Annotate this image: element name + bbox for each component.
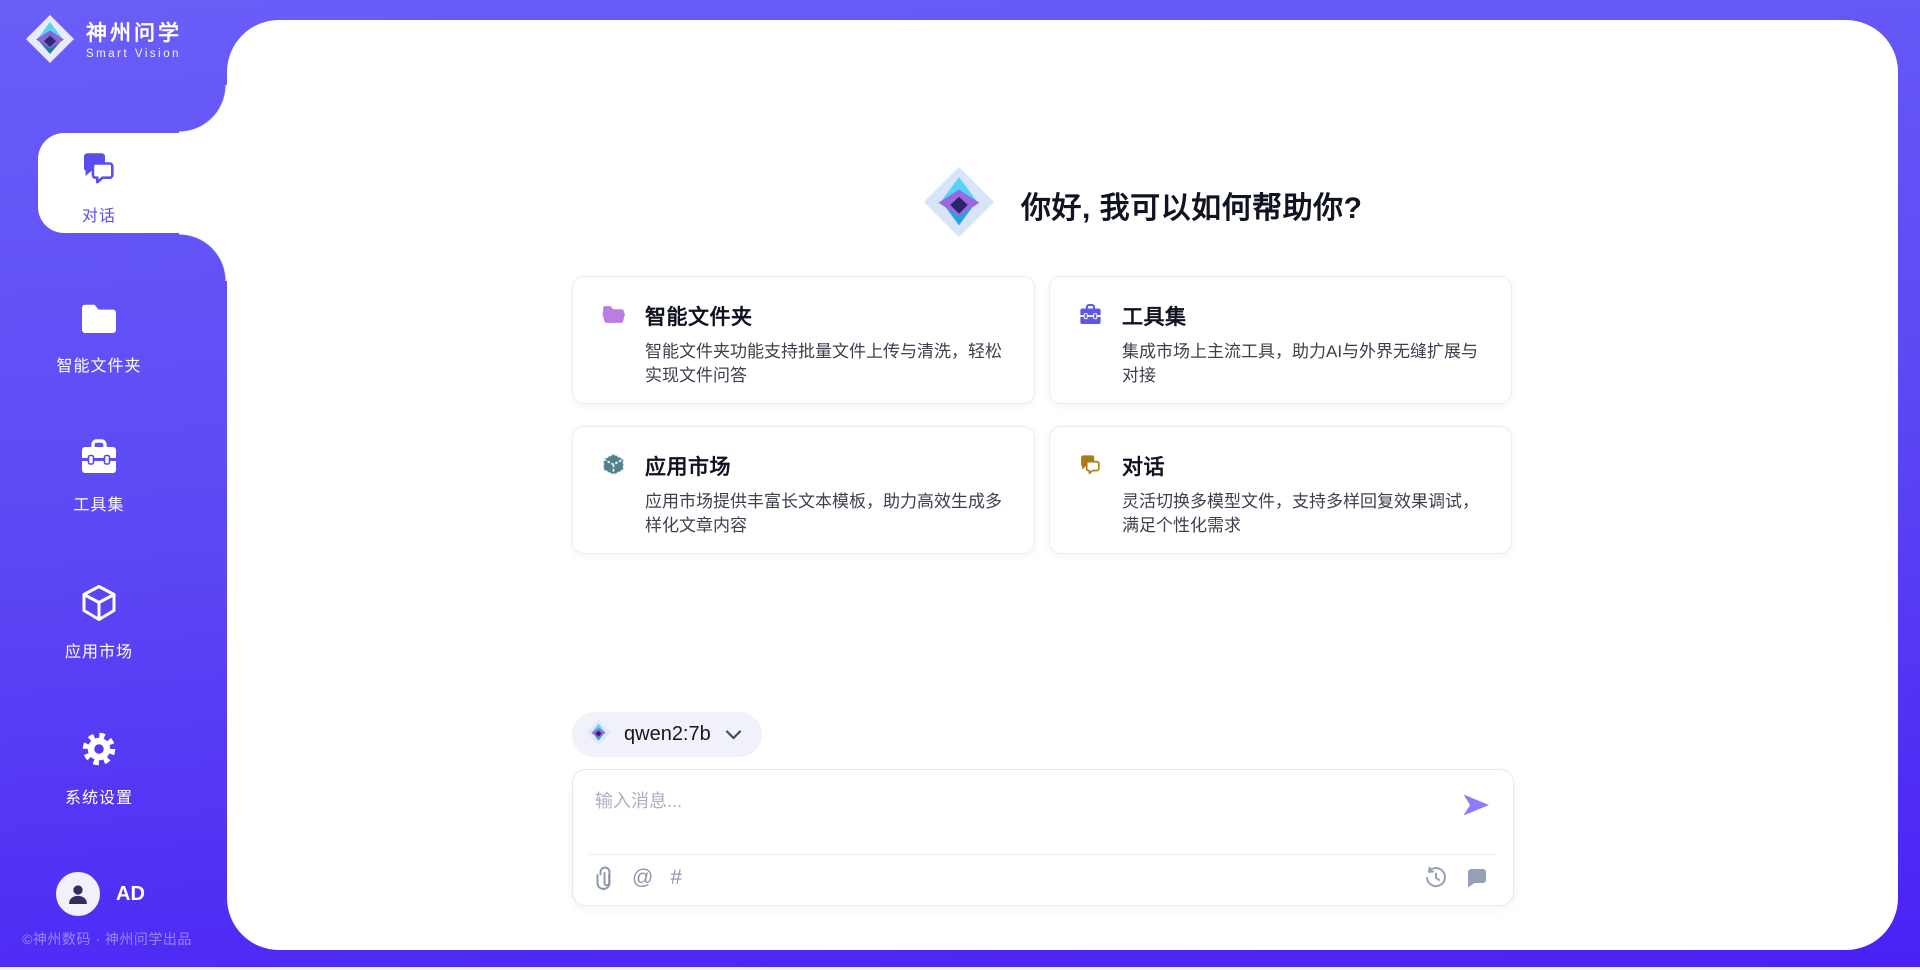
greeting: 你好, 我可以如何帮助你? <box>921 164 1363 245</box>
card-description: 灵活切换多模型文件，支持多样回复效果调试，满足个性化需求 <box>1122 490 1483 538</box>
sidebar-item-label: 应用市场 <box>65 638 133 662</box>
sidebar-item-app-market[interactable]: 应用市场 <box>0 582 198 662</box>
card-title: 应用市场 <box>645 451 1006 481</box>
card-title: 工具集 <box>1122 301 1483 331</box>
sidebar-item-label: 对话 <box>82 202 116 226</box>
sidebar-item-chat[interactable]: 对话 <box>0 148 198 226</box>
sidebar-item-smart-folder[interactable]: 智能文件夹 <box>0 300 198 376</box>
chevron-down-icon <box>725 729 742 741</box>
card-toolset[interactable]: 工具集 集成市场上主流工具，助力AI与外界无缝扩展与对接 <box>1049 276 1512 404</box>
card-description: 应用市场提供丰富长文本模板，助力高效生成多样化文章内容 <box>645 490 1006 538</box>
user-avatar-icon <box>56 872 100 916</box>
sidebar-item-label: 智能文件夹 <box>56 352 141 376</box>
attachment-icon[interactable] <box>595 866 615 890</box>
model-selector[interactable]: qwen2:7b <box>572 712 762 757</box>
brand-diamond-icon <box>24 13 76 70</box>
history-icon[interactable] <box>1424 866 1448 890</box>
brand-name: 神州问学 <box>86 22 182 46</box>
card-title: 智能文件夹 <box>645 301 1006 331</box>
card-description: 智能文件夹功能支持批量文件上传与清洗，轻松实现文件问答 <box>645 340 1006 388</box>
feature-cards: 智能文件夹 智能文件夹功能支持批量文件上传与清洗，轻松实现文件问答 工具集 集成… <box>572 276 1512 554</box>
user-profile[interactable]: AD <box>56 872 145 916</box>
user-initials: AD <box>116 883 145 906</box>
folder-icon <box>78 300 120 343</box>
chat-bubbles-icon <box>1078 452 1103 477</box>
tab-fillet-bottom <box>179 233 227 281</box>
model-diamond-icon <box>585 719 612 751</box>
composer-divider <box>589 854 1497 855</box>
card-description: 集成市场上主流工具，助力AI与外界无缝扩展与对接 <box>1122 340 1483 388</box>
greeting-title: 你好, 我可以如何帮助你? <box>1021 183 1363 227</box>
sidebar-item-settings[interactable]: 系统设置 <box>0 728 198 808</box>
toolbox-icon <box>1078 302 1103 327</box>
hashtag-icon[interactable]: # <box>670 867 682 889</box>
brand-diamond-icon <box>921 164 997 245</box>
card-app-market[interactable]: 应用市场 应用市场提供丰富长文本模板，助力高效生成多样化文章内容 <box>572 426 1035 554</box>
open-folder-icon <box>601 302 626 327</box>
card-smart-folder[interactable]: 智能文件夹 智能文件夹功能支持批量文件上传与清洗，轻松实现文件问答 <box>572 276 1035 404</box>
conversations-icon[interactable] <box>1465 866 1489 890</box>
cube-grid-icon <box>601 452 626 477</box>
message-input[interactable] <box>593 785 1427 847</box>
message-composer: @ # <box>572 769 1514 906</box>
toolbox-icon <box>78 437 120 482</box>
cube-icon <box>78 582 120 629</box>
card-chat[interactable]: 对话 灵活切换多模型文件，支持多样回复效果调试，满足个性化需求 <box>1049 426 1512 554</box>
chat-bubbles-icon <box>79 148 119 193</box>
brand-subtitle: Smart Vision <box>86 48 182 61</box>
gear-icon <box>78 728 120 775</box>
sidebar-item-label: 系统设置 <box>65 784 133 808</box>
tab-fillet-top <box>179 85 227 133</box>
sidebar-footer-text: ©神州数码 · 神州问学出品 <box>0 929 214 949</box>
sidebar-item-label: 工具集 <box>73 491 124 515</box>
brand-logo: 神州问学 Smart Vision <box>24 13 182 70</box>
model-name: qwen2:7b <box>624 723 711 746</box>
sidebar-item-toolset[interactable]: 工具集 <box>0 437 198 515</box>
card-title: 对话 <box>1122 451 1483 481</box>
send-icon[interactable] <box>1461 790 1491 820</box>
mention-icon[interactable]: @ <box>632 867 653 889</box>
